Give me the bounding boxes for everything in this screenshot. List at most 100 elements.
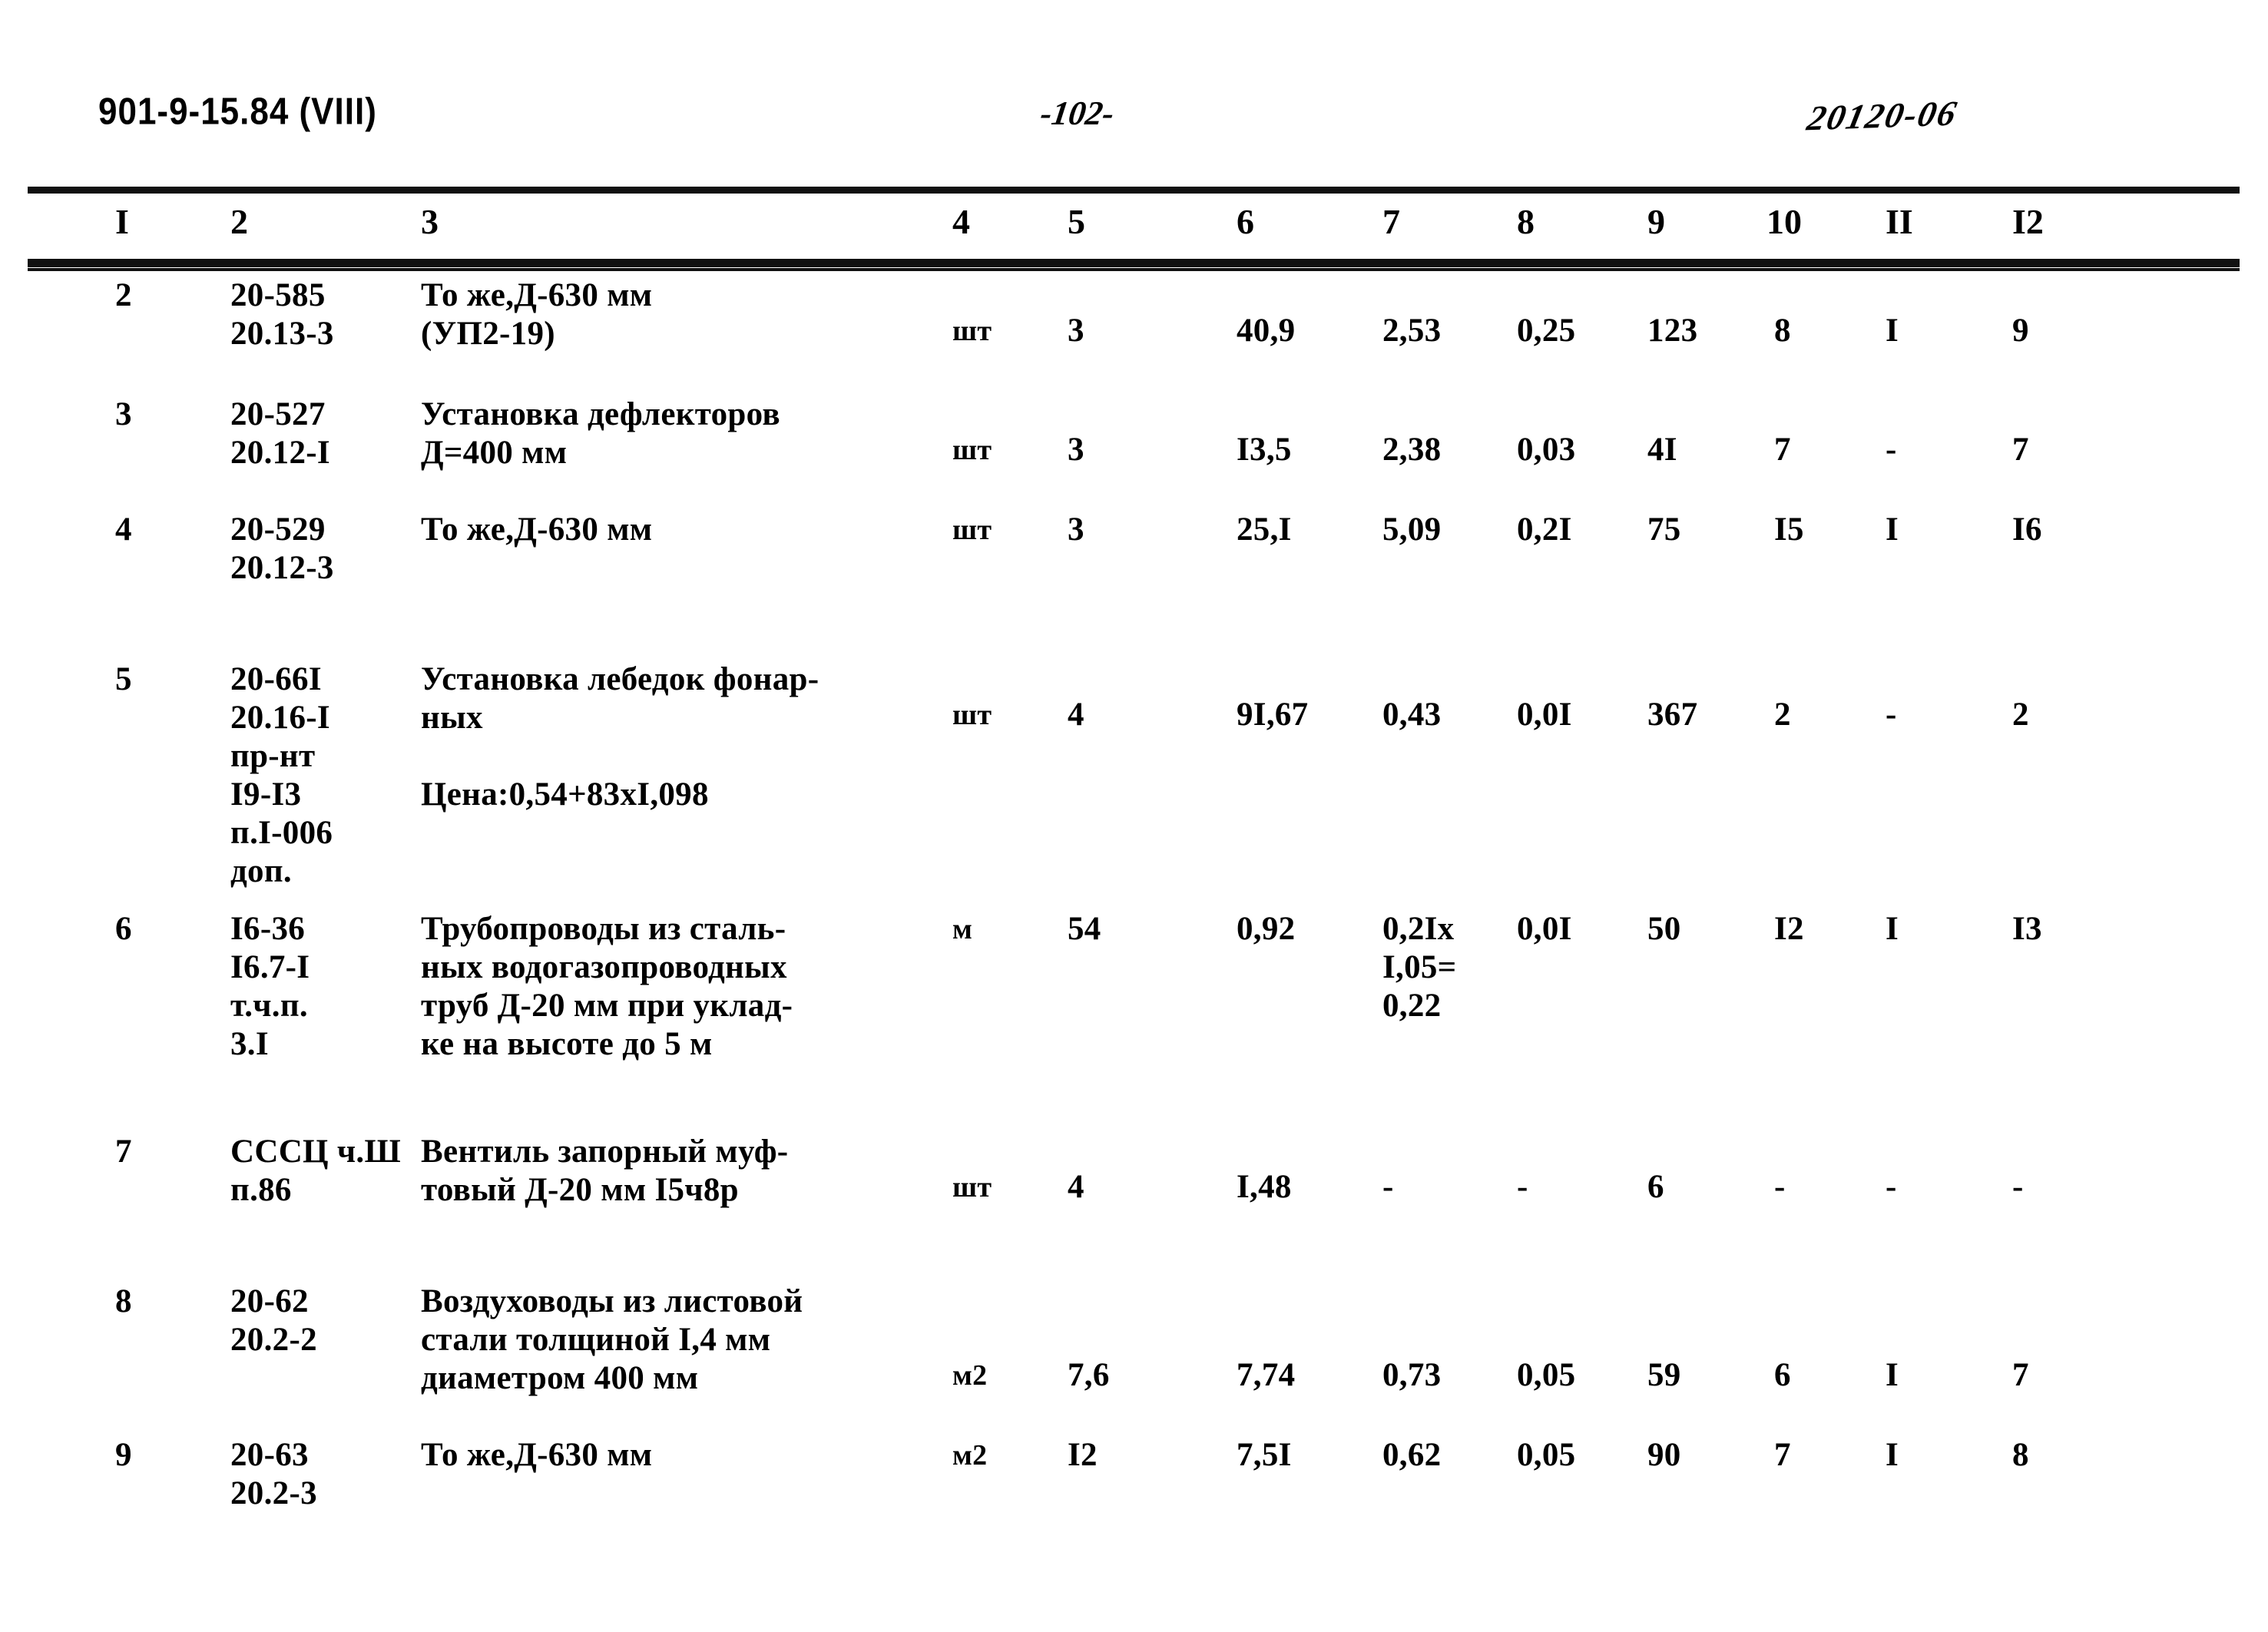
cell-col5: 3 [1068, 313, 1084, 349]
cell-col8: 0,0I [1517, 911, 1572, 947]
cell-col11: - [1886, 697, 1897, 733]
page-header: 901-9-15.84 (VIII) -102- 20120-06 [0, 91, 2268, 160]
cell-col2: СССЦ ч.Ш п.86 [230, 1134, 401, 1208]
cell-col9: 6 [1647, 1169, 1664, 1205]
cell-col9: 367 [1647, 697, 1698, 733]
table-header-rule-2 [28, 268, 2240, 271]
cell-col12: 2 [2012, 697, 2029, 733]
cell-col2: 20-66I 20.16-I пр-нт I9-I3 п.I-006 доп. [230, 661, 333, 889]
cell-col8: 0,2I [1517, 511, 1572, 548]
cell-col2: 20-529 20.12-3 [230, 511, 334, 586]
cell-col10: 2 [1774, 697, 1791, 733]
cell-col5: I2 [1068, 1437, 1098, 1473]
column-header-8: 8 [1517, 202, 1535, 241]
cell-col7: - [1382, 1169, 1394, 1205]
table-header-rule [28, 259, 2240, 267]
cell-col9: 75 [1647, 511, 1681, 548]
column-header-12: I2 [2012, 202, 2044, 241]
cell-col12: - [2012, 1169, 2024, 1205]
cell-col3-note: Цена:0,54+83xI,098 [421, 776, 709, 813]
cell-col10: I5 [1774, 511, 1804, 548]
cell-col2: I6-36 I6.7-I т.ч.п. 3.I [230, 911, 310, 1062]
cell-col3: То же,Д-630 мм [421, 1437, 653, 1473]
cell-col3: Установка лебедок фонар- ных [421, 661, 819, 736]
cell-col6: 40,9 [1237, 313, 1296, 349]
cell-col6: 9I,67 [1237, 697, 1309, 733]
cell-col11: I [1886, 911, 1899, 947]
cell-col7: 0,73 [1382, 1357, 1442, 1393]
cell-col5: 4 [1068, 697, 1084, 733]
handwritten-code: 20120-06 [1803, 93, 1962, 138]
document-code: 901-9-15.84 (VIII) [98, 91, 377, 133]
column-header-3: 3 [421, 202, 439, 241]
cell-col4: м [952, 913, 973, 945]
cell-col3: То же,Д-630 мм (УП2-19) [421, 277, 653, 352]
cell-col1: 3 [115, 396, 132, 432]
cell-col2: 20-62 20.2-2 [230, 1283, 317, 1358]
cell-col7: 2,53 [1382, 313, 1442, 349]
column-header-2: 2 [230, 202, 248, 241]
cell-col10: 7 [1774, 432, 1791, 468]
cell-col7: 0,43 [1382, 697, 1442, 733]
cell-col4: шт [952, 699, 992, 731]
cell-col4: шт [952, 514, 992, 546]
cell-col3: Вентиль запорный муф- товый Д-20 мм I5ч8… [421, 1134, 789, 1208]
cell-col2: 20-63 20.2-3 [230, 1437, 317, 1511]
cell-col12: 9 [2012, 313, 2029, 349]
cell-col9: 90 [1647, 1437, 1681, 1473]
cell-col12: I3 [2012, 911, 2042, 947]
cell-col12: I6 [2012, 511, 2042, 548]
cell-col6: I3,5 [1237, 432, 1292, 468]
cell-col10: - [1774, 1169, 1786, 1205]
cell-col10: 8 [1774, 313, 1791, 349]
cell-col6: 7,74 [1237, 1357, 1296, 1393]
column-header-6: 6 [1237, 202, 1254, 241]
cell-col10: 7 [1774, 1437, 1791, 1473]
cell-col11: I [1886, 313, 1899, 349]
cell-col8: 0,0I [1517, 697, 1572, 733]
column-header-4: 4 [952, 202, 970, 241]
cell-col1: 7 [115, 1134, 132, 1170]
document-page: 901-9-15.84 (VIII) -102- 20120-06 I23456… [0, 0, 2268, 1632]
cell-col1: 9 [115, 1437, 132, 1473]
cell-col3: То же,Д-630 мм [421, 511, 653, 548]
cell-col4: шт [952, 434, 992, 466]
cell-col6: 25,I [1237, 511, 1292, 548]
table-top-rule [28, 187, 2240, 194]
cell-col8: 0,25 [1517, 313, 1576, 349]
cell-col3: Трубопроводы из сталь- ных водогазопрово… [421, 911, 793, 1062]
cell-col7: 0,62 [1382, 1437, 1442, 1473]
cell-col8: 0,03 [1517, 432, 1576, 468]
cell-col5: 3 [1068, 511, 1084, 548]
cell-col1: 2 [115, 277, 132, 313]
cell-col7: 5,09 [1382, 511, 1442, 548]
cell-col5: 3 [1068, 432, 1084, 468]
cell-col9: 4I [1647, 432, 1677, 468]
cell-col7: 0,2Ix I,05= 0,22 [1382, 911, 1457, 1024]
cell-col1: 8 [115, 1283, 132, 1319]
cell-col12: 7 [2012, 432, 2029, 468]
column-header-11: II [1886, 202, 1913, 241]
cell-col10: I2 [1774, 911, 1804, 947]
cell-col8: - [1517, 1169, 1528, 1205]
cell-col4: шт [952, 315, 992, 347]
column-header-10: 10 [1766, 202, 1802, 241]
cell-col6: I,48 [1237, 1169, 1292, 1205]
cell-col10: 6 [1774, 1357, 1791, 1393]
cell-col9: 50 [1647, 911, 1681, 947]
cell-col3: Установка дефлекторов Д=400 мм [421, 396, 780, 471]
cell-col9: 59 [1647, 1357, 1681, 1393]
cell-col11: I [1886, 1437, 1899, 1473]
page-number: -102- [1038, 94, 1117, 132]
column-header-5: 5 [1068, 202, 1085, 241]
cell-col2: 20-585 20.13-3 [230, 277, 334, 352]
column-header-9: 9 [1647, 202, 1665, 241]
cell-col5: 7,6 [1068, 1357, 1110, 1393]
cell-col11: I [1886, 1357, 1899, 1393]
column-header-1: I [115, 202, 129, 241]
cell-col1: 4 [115, 511, 132, 548]
cell-col1: 5 [115, 661, 132, 697]
cell-col4: шт [952, 1171, 992, 1203]
cell-col8: 0,05 [1517, 1357, 1576, 1393]
cell-col3: Воздуховоды из листовой стали толщиной I… [421, 1283, 803, 1396]
